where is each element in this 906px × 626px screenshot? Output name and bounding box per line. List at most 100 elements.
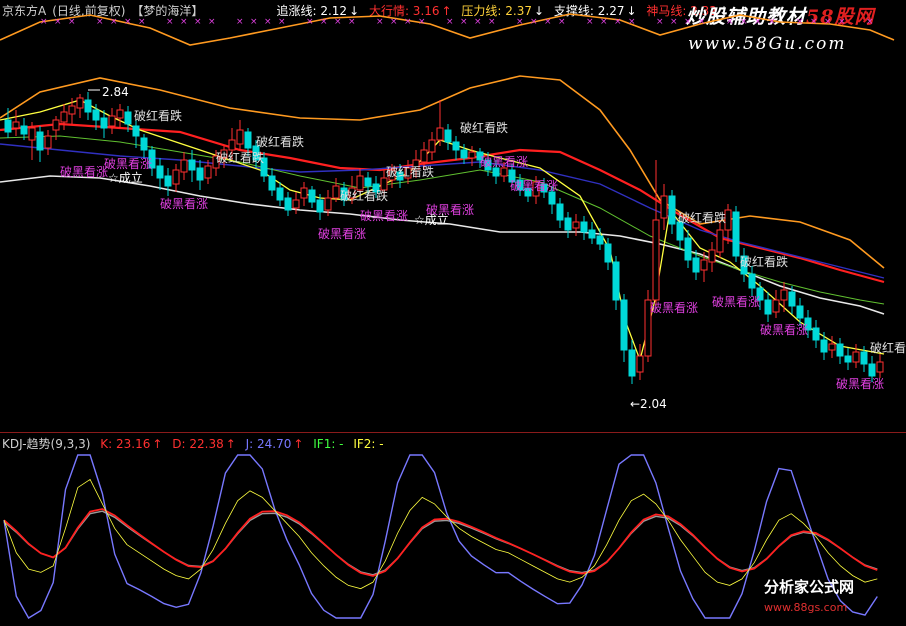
candle-79 (636, 355, 644, 373)
candle-24 (196, 167, 204, 181)
candle-39 (316, 199, 324, 213)
bull-signal-label: 破黑看涨 (650, 300, 698, 315)
top-tick-mark: × (124, 17, 132, 27)
top-tick-mark: × (670, 17, 678, 27)
candle-78 (628, 349, 636, 377)
top-tick-mark: × (544, 17, 552, 27)
panel-divider (0, 432, 906, 433)
up-arrow-icon: ↑ (293, 437, 304, 451)
top-tick-mark: × (488, 17, 496, 27)
top-tick-mark: × (404, 17, 412, 27)
watermark-88gs: 分析家公式网 (764, 578, 855, 596)
candle-97 (780, 289, 788, 301)
top-tick-mark: × (208, 17, 216, 27)
bull-signal-label: 破黑看涨 (360, 208, 408, 223)
candle-38 (308, 189, 316, 203)
top-tick-mark: × (264, 17, 272, 27)
candle-35 (284, 197, 292, 211)
candle-70 (564, 217, 572, 231)
high-price-label: 2.84 (102, 85, 129, 99)
top-tick-mark: × (40, 17, 48, 27)
candle-10 (84, 99, 92, 113)
bull-signal-label: 破黑看涨 (160, 196, 208, 211)
top-tick-mark: × (334, 17, 342, 27)
top-tick-mark: × (96, 17, 104, 27)
candle-40 (324, 197, 332, 211)
candle-74 (596, 235, 604, 245)
candle-11 (92, 109, 100, 121)
low-price-label: ←2.04 (630, 397, 667, 411)
bull-signal-label: 破黑看涨 (480, 154, 528, 169)
candle-77 (620, 299, 628, 351)
bear-signal-label: 破红看跌 (216, 150, 264, 165)
candle-73 (588, 229, 596, 239)
kdj-j-line (3, 454, 878, 619)
candle-106 (852, 351, 860, 363)
candle-1 (12, 121, 20, 129)
top-tick-mark: × (558, 17, 566, 27)
top-tick-mark: × (390, 17, 398, 27)
top-tick-mark: × (614, 17, 622, 27)
top-tick-mark: × (110, 17, 118, 27)
candle-62 (500, 167, 508, 177)
top-tick-mark: × (320, 17, 328, 27)
top-tick-mark: × (600, 17, 608, 27)
bull-signal-label: 破黑看涨 (510, 178, 558, 193)
candle-13 (108, 115, 116, 127)
confirm-label: ☆成立 (414, 212, 449, 227)
bear-signal-label: 破红看跌 (340, 188, 388, 203)
kdj-grey-line (3, 510, 878, 576)
bear-signal-label: 破红看跌 (678, 210, 726, 225)
bull-signal-label: 破黑看涨 (712, 294, 760, 309)
candle-37 (300, 187, 308, 199)
candle-57 (460, 149, 468, 159)
top-tick-mark: × (740, 17, 748, 27)
bear-signal-label: 破红看跌 (740, 254, 788, 269)
candle-5 (44, 135, 52, 149)
candle-109 (876, 361, 884, 373)
bull-signal-label: 破黑看涨 (104, 156, 152, 171)
top-tick-mark: × (376, 17, 384, 27)
kdj-title: KDJ-趋势(9,3,3) (2, 437, 91, 451)
top-tick-mark: × (460, 17, 468, 27)
candle-108 (868, 363, 876, 377)
top-tick-mark: × (656, 17, 664, 27)
kdj-j-value: J: 24.70 (245, 437, 292, 451)
candle-69 (556, 203, 564, 221)
candle-44 (356, 175, 364, 191)
candle-0 (4, 119, 12, 133)
top-tick-mark: × (838, 17, 846, 27)
candle-93 (748, 273, 756, 289)
top-tick-mark: × (278, 17, 286, 27)
candle-22 (180, 159, 188, 173)
candle-103 (828, 343, 836, 351)
top-tick-mark: × (194, 17, 202, 27)
kdj-k-value: K: 23.16 (100, 437, 151, 451)
candle-9 (76, 97, 84, 109)
top-tick-mark: × (250, 17, 258, 27)
top-tick-mark: × (68, 17, 76, 27)
top-tick-mark: × (768, 17, 776, 27)
candle-101 (812, 327, 820, 341)
candle-12 (100, 117, 108, 129)
candle-71 (572, 221, 580, 229)
top-tick-mark: × (866, 17, 874, 27)
candle-20 (164, 175, 172, 187)
candle-14 (116, 109, 124, 119)
candle-105 (844, 355, 852, 363)
candle-85 (684, 237, 692, 261)
candle-96 (772, 299, 780, 313)
candle-68 (548, 191, 556, 205)
top-tick-mark: × (684, 17, 692, 27)
bear-signal-label: 破红看跌 (386, 164, 434, 179)
candle-75 (604, 243, 612, 263)
candle-15 (124, 111, 132, 125)
candle-45 (364, 177, 372, 187)
bear-signal-label: 破红看跌 (870, 340, 906, 355)
price-chart[interactable]: 破红看跌破红看跌破红看跌破红看跌破红看跌破红看跌破红看跌破红看跌破黑看涨破黑看涨… (0, 0, 906, 626)
candle-107 (860, 351, 868, 365)
bull-signal-label: 破黑看涨 (836, 376, 884, 391)
top-tick-mark: × (306, 17, 314, 27)
candle-52 (420, 149, 428, 163)
candle-99 (796, 305, 804, 319)
